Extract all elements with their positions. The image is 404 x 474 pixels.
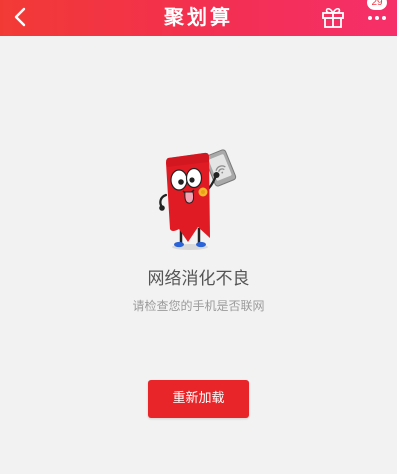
error-description: 请检查您的手机是否联网 <box>132 299 265 313</box>
notification-badge: 29 <box>367 0 387 10</box>
gift-icon[interactable] <box>320 4 346 30</box>
top-nav-bar: 聚划算 29 <box>0 0 397 36</box>
error-title: 网络消化不良 <box>147 269 250 289</box>
tag-mascot-illustration <box>159 149 237 250</box>
reload-button[interactable]: 重新加载 <box>148 380 249 418</box>
app-screen: 聚划算 29 网络消化不良 请检查您的手机是否联网 重新加载 <box>0 0 397 474</box>
